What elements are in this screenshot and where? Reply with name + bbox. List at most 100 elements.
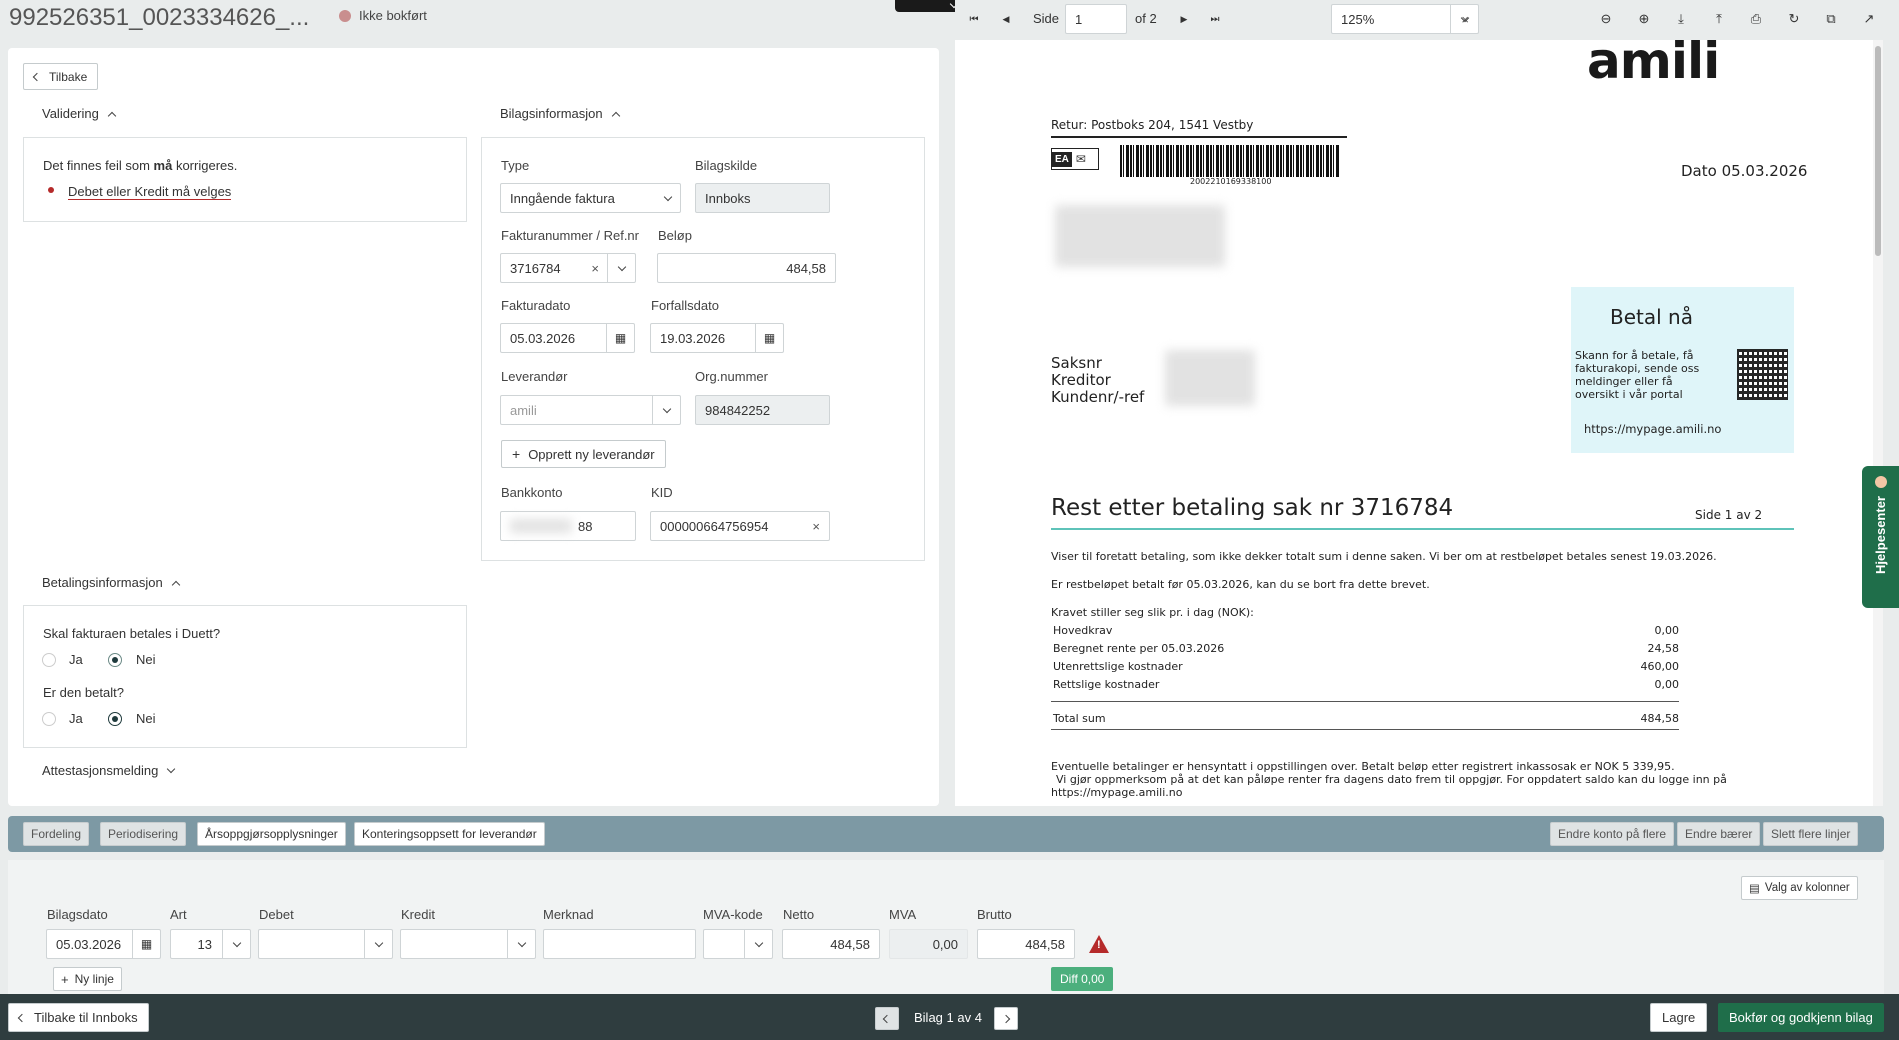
first-page-icon[interactable]: ⏮ (961, 6, 987, 32)
zoom-select[interactable]: 125% × (1331, 4, 1479, 34)
chevron-down-icon (374, 938, 383, 947)
forfallsdato-input[interactable]: 19.03.2026 ▦ (650, 323, 784, 353)
line-art-select[interactable]: 13 (170, 929, 251, 959)
bankkonto-input[interactable]: 88 (500, 511, 636, 541)
next-bilag-button[interactable] (994, 1007, 1018, 1030)
bokfor-button[interactable]: Bokfør og godkjenn bilag (1718, 1003, 1884, 1032)
krav-row-label-1: Hovedkrav (1053, 624, 1113, 637)
line-merknad-input[interactable] (543, 929, 696, 959)
pdf-scrollbar[interactable] (1873, 40, 1883, 806)
krav-row-label-2: Beregnet rente per 05.03.2026 (1053, 642, 1225, 655)
validering-toggle[interactable]: Validering (42, 106, 117, 121)
clear-icon[interactable]: × (591, 261, 599, 276)
zoom-in-icon[interactable]: ⊕ (1631, 6, 1657, 32)
kontering-button[interactable]: Konteringsoppsett for leverandør (354, 822, 545, 846)
q1-nei-radio[interactable] (108, 653, 122, 667)
col-mva: MVA (889, 907, 917, 922)
attest-title: Attestasjonsmelding (42, 763, 159, 778)
q2-ja-radio[interactable] (42, 712, 56, 726)
status-dot (339, 10, 351, 22)
calendar-icon[interactable]: ▦ (132, 930, 160, 958)
line-bilagsdato-input[interactable]: 05.03.2026 ▦ (46, 929, 161, 959)
fakturadato-input[interactable]: 05.03.2026 ▦ (500, 323, 635, 353)
fit-page-icon[interactable]: ⧉ (1818, 6, 1844, 32)
barcode (1120, 145, 1340, 177)
art-dropdown[interactable] (222, 930, 250, 958)
pdf-scrollbar-thumb[interactable] (1875, 46, 1881, 256)
leverandor-select[interactable]: amili (500, 395, 681, 425)
betaling-toggle[interactable]: Betalingsinformasjon (42, 575, 180, 590)
forfallsdato-label: Forfallsdato (651, 298, 719, 313)
line-brutto-input[interactable]: 484,58 (977, 929, 1075, 959)
line-netto-input[interactable]: 484,58 (782, 929, 880, 959)
kid-input[interactable]: 000000664756954 × (650, 511, 830, 541)
bilagsinfo-toggle[interactable]: Bilagsinformasjon (500, 106, 620, 121)
chevron-right-icon (1001, 1014, 1011, 1023)
calendar-icon[interactable]: ▦ (755, 324, 783, 352)
zoom-out-icon[interactable]: ⊖ (1593, 6, 1619, 32)
status-badge: Ikke bokført (359, 8, 427, 23)
page-number-input[interactable]: 1 (1065, 4, 1127, 34)
type-select[interactable]: Inngående faktura (500, 183, 681, 213)
fordeling-button[interactable]: Fordeling (23, 822, 90, 846)
fakturanr-dropdown[interactable] (607, 254, 635, 282)
prev-page-icon[interactable]: ◀ (993, 6, 1019, 32)
endre-konto-button[interactable]: Endre konto på flere (1550, 822, 1675, 846)
ny-linje-button[interactable]: + Ny linje (53, 967, 122, 991)
q1-ja-radio[interactable] (42, 653, 56, 667)
back-button[interactable]: Tilbake (23, 63, 99, 90)
prev-bilag-button[interactable] (875, 1007, 899, 1030)
pdf-date: Dato 05.03.2026 (1681, 162, 1808, 180)
zoom-dropdown[interactable] (1450, 5, 1478, 33)
type-label: Type (501, 158, 530, 173)
helper-tab[interactable]: Hjelpesenter (1862, 466, 1899, 608)
rotate-icon[interactable]: ↻ (1781, 6, 1807, 32)
leverandor-dropdown[interactable] (652, 396, 680, 424)
fakturanr-input[interactable]: 3716784 × (500, 253, 636, 283)
helper-icon (1874, 476, 1887, 488)
pdf-footer-2: Vi gjør oppmerksom på at det kan påløpe … (1056, 773, 1727, 786)
validering-title: Validering (42, 106, 99, 121)
chevron-down-icon (663, 192, 673, 201)
debet-dropdown[interactable] (364, 930, 392, 958)
line-mva-kode-select[interactable] (703, 929, 773, 959)
line-debet-select[interactable] (258, 929, 393, 959)
upload-icon[interactable]: ⤒ (1706, 6, 1732, 32)
chevron-down-icon (662, 404, 671, 413)
download-icon[interactable]: ⤓ (1668, 6, 1694, 32)
valg-kolonner-button[interactable]: ▤ Valg av kolonner (1741, 876, 1858, 900)
next-page-icon[interactable]: ▶ (1171, 6, 1197, 32)
total-label: Total sum (1053, 712, 1106, 725)
belop-input[interactable]: 484,58 (657, 253, 836, 283)
mva-kode-dropdown[interactable] (744, 930, 772, 958)
clear-icon[interactable]: × (812, 519, 820, 534)
lagre-button[interactable]: Lagre (1650, 1003, 1708, 1032)
kredit-dropdown[interactable] (507, 930, 535, 958)
bankkonto-blurred (510, 519, 572, 533)
endre-baerer-button[interactable]: Endre bærer (1677, 822, 1761, 846)
return-rule (1051, 136, 1347, 138)
error-link[interactable]: Debet eller Kredit må velges (68, 184, 232, 200)
col-brutto: Brutto (977, 907, 1012, 922)
slett-linjer-button[interactable]: Slett flere linjer (1763, 822, 1859, 846)
open-external-icon[interactable]: ↗ (1856, 6, 1882, 32)
krav-row-value-2: 24,58 (1647, 642, 1680, 655)
chevron-up-icon (171, 580, 180, 589)
col-kredit: Kredit (401, 907, 435, 922)
arsoppgjor-button[interactable]: Årsoppgjørsopplysninger (197, 822, 346, 846)
back-to-inbox-button[interactable]: Tilbake til Innboks (8, 1003, 149, 1032)
attest-toggle[interactable]: Attestasjonsmelding (42, 763, 176, 778)
q2-nei-radio[interactable] (108, 712, 122, 726)
line-kredit-select[interactable] (400, 929, 536, 959)
col-art: Art (170, 907, 187, 922)
periodisering-button[interactable]: Periodisering (100, 822, 187, 846)
last-page-icon[interactable]: ⏭ (1202, 6, 1228, 32)
kilde-field: Innboks (695, 183, 830, 213)
print-icon[interactable]: ⎙ (1743, 6, 1769, 32)
calendar-icon[interactable]: ▦ (606, 324, 634, 352)
envelope-icon: ✉ (1075, 152, 1086, 166)
q1-nei-label: Nei (136, 652, 156, 667)
ny-leverandor-button[interactable]: + Opprett ny leverandør (501, 440, 666, 468)
page-count: of 2 (1135, 11, 1157, 26)
orgnr-field: 984842252 (695, 395, 830, 425)
